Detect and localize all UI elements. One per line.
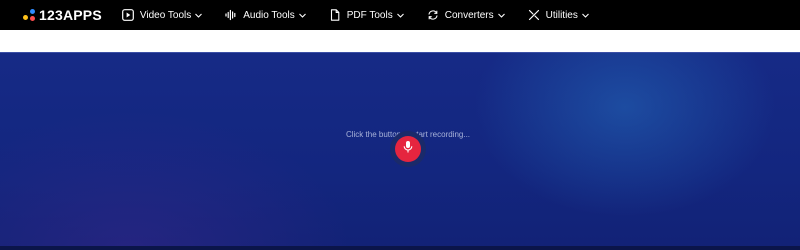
nav-item-label: PDF Tools	[346, 9, 393, 21]
tools-icon	[528, 9, 540, 21]
brand-name: 123APPS	[39, 7, 102, 23]
chevron-down-icon	[396, 11, 405, 20]
header-spacer	[0, 30, 800, 52]
nav-item-utilities[interactable]: Utilities	[528, 0, 590, 30]
nav-item-video-tools[interactable]: Video Tools	[121, 0, 203, 30]
panel-bottom-edge	[0, 246, 800, 250]
logo-dot-yellow	[23, 15, 28, 20]
nav-item-converters[interactable]: Converters	[427, 0, 506, 30]
record-button-inner	[395, 136, 421, 162]
audio-wave-icon	[225, 9, 237, 21]
nav-item-label: Utilities	[545, 9, 578, 21]
logo-dot-blue	[30, 9, 35, 14]
convert-icon	[427, 9, 439, 21]
play-icon	[121, 9, 134, 21]
nav-item-label: Video Tools	[139, 9, 192, 21]
chevron-down-icon	[194, 11, 203, 20]
logo-dot-red	[30, 16, 35, 21]
nav-item-audio-tools[interactable]: Audio Tools	[225, 0, 307, 30]
logo[interactable]: 123APPS	[22, 0, 102, 30]
document-icon	[329, 9, 341, 21]
chevron-down-icon	[497, 11, 506, 20]
chevron-down-icon	[581, 11, 590, 20]
nav-item-pdf-tools[interactable]: PDF Tools	[329, 0, 405, 30]
logo-dots-icon	[22, 8, 36, 22]
top-navigation-bar: 123APPS Video Tools Audio Tools PDF Tool…	[0, 0, 800, 30]
nav-item-label: Audio Tools	[243, 9, 295, 21]
record-button[interactable]	[390, 131, 426, 167]
panel-top-border	[0, 52, 800, 53]
chevron-down-icon	[298, 11, 307, 20]
main-nav: Video Tools Audio Tools PDF Tools Conver…	[121, 0, 612, 30]
microphone-icon	[402, 140, 414, 159]
nav-item-label: Converters	[444, 9, 494, 21]
